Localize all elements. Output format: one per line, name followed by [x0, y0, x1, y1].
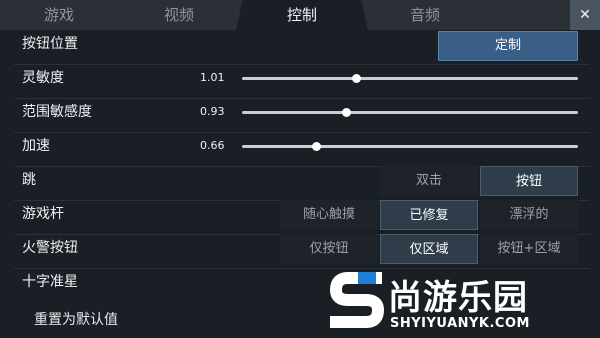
accelerate-value: 0.66 [200, 139, 225, 152]
tab-video[interactable]: 视频 [118, 0, 240, 30]
row-joystick: 游戏杆 随心触摸 已修复 漂浮的 [14, 200, 590, 235]
jump-label: 跳 [22, 172, 36, 188]
joystick-label: 游戏杆 [22, 206, 64, 222]
close-button[interactable]: ✕ [570, 0, 600, 30]
range-sensitivity-value: 0.93 [200, 105, 225, 118]
close-icon: ✕ [579, 7, 591, 23]
joystick-option-floating[interactable]: 漂浮的 [480, 200, 578, 230]
joystick-option-free-touch[interactable]: 随心触摸 [280, 200, 378, 230]
row-jump: 跳 双击 按钮 [14, 166, 590, 201]
fire-option-button-only[interactable]: 仅按钮 [280, 234, 378, 264]
joystick-option-fixed[interactable]: 已修复 [380, 200, 478, 230]
row-range-sensitivity: 范围敏感度 0.93 [14, 98, 590, 133]
sensitivity-slider-handle[interactable] [352, 74, 362, 83]
tab-controls[interactable]: 控制 [236, 0, 368, 30]
range-sensitivity-slider[interactable] [242, 108, 578, 117]
row-sensitivity: 灵敏度 1.01 [14, 64, 590, 99]
row-button-position: 按钮位置 定制 [14, 30, 590, 65]
watermark-logo: 尚游乐园 SHYIYUANYK.COM [330, 266, 592, 334]
row-accelerate: 加速 0.66 [14, 132, 590, 167]
tab-bar: 游戏 视频 控制 音频 ✕ [0, 0, 600, 30]
crosshair-label: 十字准星 [22, 274, 78, 290]
fire-option-area-only[interactable]: 仅区域 [380, 234, 478, 264]
sensitivity-value: 1.01 [200, 71, 225, 84]
customize-button[interactable]: 定制 [438, 31, 578, 61]
range-sensitivity-label: 范围敏感度 [22, 104, 92, 120]
accelerate-label: 加速 [22, 138, 50, 154]
jump-option-button[interactable]: 按钮 [480, 166, 578, 196]
button-position-label: 按钮位置 [22, 36, 78, 52]
reset-defaults-button[interactable]: 重置为默认值 [34, 309, 118, 329]
watermark-url: SHYIYUANYK.COM [390, 316, 530, 331]
logo-s-icon [330, 272, 385, 328]
range-sensitivity-slider-handle[interactable] [342, 108, 352, 117]
watermark-title: 尚游乐园 [388, 278, 528, 318]
accelerate-slider-handle[interactable] [311, 142, 321, 151]
tab-audio[interactable]: 音频 [362, 0, 488, 30]
sensitivity-slider[interactable] [242, 74, 578, 83]
jump-option-double-tap[interactable]: 双击 [380, 166, 478, 196]
accelerate-slider[interactable] [242, 142, 578, 151]
tab-game[interactable]: 游戏 [0, 0, 118, 30]
sensitivity-label: 灵敏度 [22, 70, 64, 86]
fire-button-label: 火警按钮 [22, 240, 78, 256]
row-fire-button: 火警按钮 仅按钮 仅区域 按钮+区域 [14, 234, 590, 269]
fire-option-button-area[interactable]: 按钮+区域 [480, 234, 578, 264]
